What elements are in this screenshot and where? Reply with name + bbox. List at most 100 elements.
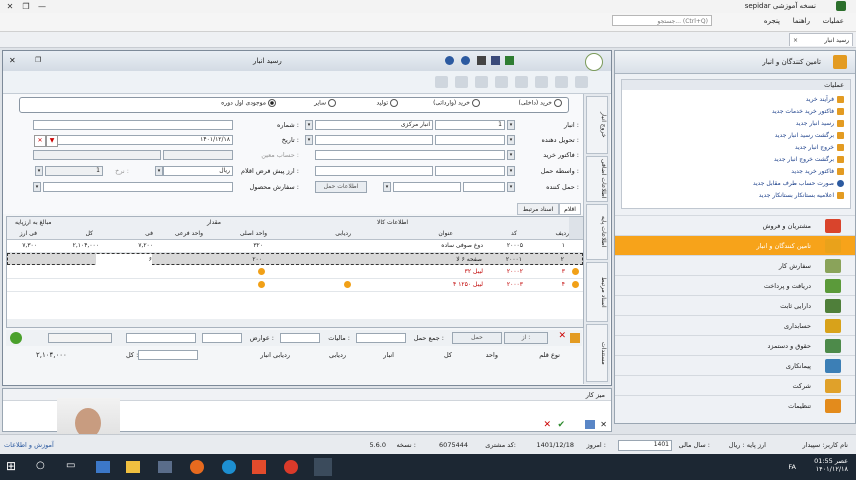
edge-icon[interactable] [222, 460, 236, 474]
op-new-service-invoice[interactable]: فاکتور خرید خدمات جدید [772, 108, 844, 115]
description-field[interactable] [48, 333, 112, 343]
number-field[interactable] [33, 120, 233, 130]
warehouse-code-field[interactable]: 1 [435, 120, 505, 130]
language-indicator[interactable]: FA [788, 463, 796, 471]
grid-horizontal-scrollbar[interactable] [7, 319, 583, 327]
clear-date-icon[interactable]: ✕ [34, 135, 46, 147]
table-row[interactable]: ۴ ۲۰۰۰۳ لیبل ۱۲۵۰ ۴ [7, 279, 583, 292]
window-close-icon[interactable]: ✕ [9, 56, 16, 65]
op-new-receipt[interactable]: رسید انبار جدید [796, 120, 844, 127]
desk-window-icon[interactable] [585, 420, 595, 429]
footer-field[interactable] [138, 350, 198, 360]
side-tab-warehouse-exit[interactable]: خروج انبار [586, 96, 608, 154]
side-tab-basic-info[interactable]: اطلاعات پایه [586, 204, 608, 260]
module-item[interactable]: مشتریان و فروش [615, 215, 855, 235]
info-icon[interactable] [461, 56, 470, 65]
module-item[interactable]: تنظیمات [615, 395, 855, 415]
side-tab-related-docs[interactable]: اسناد مرتبط [586, 262, 608, 322]
record-icon[interactable] [284, 460, 298, 474]
minimize-window-icon[interactable]: — [36, 1, 48, 12]
store-icon[interactable] [96, 461, 110, 473]
carrier-name-field[interactable] [393, 182, 461, 192]
radio-production[interactable]: تولید [376, 99, 398, 107]
save-icon[interactable] [491, 56, 500, 65]
product-order-field[interactable] [43, 182, 233, 192]
menu-window[interactable]: پنجره [764, 17, 780, 25]
deliverer-code-field[interactable] [435, 135, 505, 145]
menu-help[interactable]: راهنما [793, 17, 810, 25]
op-new-exit[interactable]: خروج انبار جدید [795, 144, 844, 151]
op-new-exit-return[interactable]: برگشت خروج انبار جدید [774, 156, 844, 163]
side-tab-attachments[interactable]: مستندات [586, 324, 608, 382]
purchase-invoice-dropdown[interactable]: ▾ [507, 150, 515, 160]
radio-opening-stock[interactable]: موجودی اول دوره [221, 99, 276, 107]
attach-icon[interactable] [475, 76, 488, 88]
module-item[interactable]: حقوق و دستمزد [615, 335, 855, 355]
help-icon[interactable] [445, 56, 454, 65]
desk-check-icon[interactable]: ✔ [557, 420, 565, 430]
transit-dropdown[interactable]: ▾ [507, 166, 515, 176]
module-item[interactable]: تامین کنندگان و انبار [615, 235, 855, 255]
op-new-counterparty-statement[interactable]: صورت حساب طرف مقابل جدید [753, 180, 844, 187]
warehouse-dropdown[interactable]: ▾ [507, 120, 515, 130]
desk-close-icon[interactable]: ✕ [600, 420, 607, 429]
task-view-icon[interactable]: ▭ [66, 460, 75, 471]
radio-purchase-import[interactable]: خرید (وارداتی) [433, 99, 480, 107]
deliverer-dropdown[interactable]: ▾ [507, 135, 515, 145]
edit-icon[interactable] [575, 76, 588, 88]
module-item[interactable]: سفارش کار [615, 255, 855, 275]
duty-field[interactable] [202, 333, 242, 343]
grid-search-icon[interactable] [569, 217, 583, 239]
radio-purchase-domestic[interactable]: خرید (داخلی) [519, 99, 562, 107]
warehouse-name-dropdown[interactable]: ▾ [305, 120, 313, 130]
carrier-name-dropdown[interactable]: ▾ [383, 182, 391, 192]
new-icon[interactable] [505, 56, 514, 65]
maximize-window-icon[interactable]: ❐ [20, 1, 32, 12]
close-window-icon[interactable]: ✕ [4, 1, 16, 12]
op-purchase-process[interactable]: فرآیند خرید [806, 96, 844, 103]
from-button[interactable]: از : [504, 332, 548, 344]
default-currency-field[interactable]: ریال [163, 166, 233, 176]
tab-close-icon[interactable]: × [793, 34, 798, 47]
print-icon[interactable] [477, 56, 486, 65]
delete-row-icon[interactable]: ✕ [558, 331, 566, 341]
window-restore-icon[interactable]: ❐ [35, 56, 41, 64]
search-icon[interactable]: ○ [36, 460, 45, 471]
price-edit-cell[interactable]: ۶ [96, 254, 152, 266]
deliverer-name-dropdown[interactable]: ▾ [305, 135, 313, 145]
module-item[interactable]: دریافت و پرداخت [615, 275, 855, 295]
total-shipping-field[interactable] [356, 333, 406, 343]
side-tab-extra-info[interactable]: اطلاعات اضافی [586, 156, 608, 202]
firefox-icon[interactable] [190, 460, 204, 474]
module-item[interactable]: حسابداری [615, 315, 855, 335]
refresh-icon[interactable] [555, 76, 568, 88]
next-icon[interactable] [515, 76, 528, 88]
tab-items[interactable]: اقلام [559, 203, 581, 215]
menu-operations[interactable]: عملیات [823, 17, 844, 25]
confirm-icon[interactable] [10, 332, 22, 344]
carrier-dropdown[interactable]: ▾ [507, 182, 515, 192]
table-row[interactable]: ۳ ۲۰۰۰۲ لیبل ۳۲ [7, 266, 583, 279]
shipping-info-button[interactable]: اطلاعات حمل [315, 181, 367, 193]
op-new-credit-note[interactable]: اعلامیه بستانکار بستانکار جدید [759, 192, 844, 199]
cut-icon[interactable] [455, 76, 468, 88]
deliverer-name-field[interactable] [315, 135, 433, 145]
recorder-icon[interactable] [252, 460, 266, 474]
module-item[interactable]: دارایی ثابت [615, 295, 855, 315]
table-row[interactable]: ۱ ۲۰۰۰۵ دوغ صوفی ساده ۳۲۰ ۷,۲۰۰ ۲,۱۰۴,۰۰… [7, 240, 583, 253]
tab-warehouse-receipt[interactable]: رسید انبار × [789, 33, 853, 46]
status-fiscal-year-field[interactable]: 1401 [618, 440, 672, 451]
global-search-input[interactable]: جستجو... (Ctrl+Q) [612, 15, 712, 26]
file-explorer-icon[interactable] [126, 461, 140, 473]
transit-code-field[interactable] [435, 166, 505, 176]
amount-field[interactable] [126, 333, 196, 343]
tab-related-docs[interactable]: اسناد مرتبط [517, 203, 559, 215]
sepidar-taskbar-icon[interactable] [314, 458, 332, 476]
op-new-purchase-invoice[interactable]: فاکتور خرید جدید [791, 168, 844, 175]
prev-icon[interactable] [495, 76, 508, 88]
tax-field[interactable] [280, 333, 320, 343]
op-new-receipt-return[interactable]: برگشت رسید انبار جدید [775, 132, 844, 139]
app-icon[interactable] [158, 461, 172, 473]
carrier-code-field[interactable] [463, 182, 505, 192]
date-field[interactable]: ۱۴۰۱/۱۲/۱۸ [57, 135, 233, 145]
